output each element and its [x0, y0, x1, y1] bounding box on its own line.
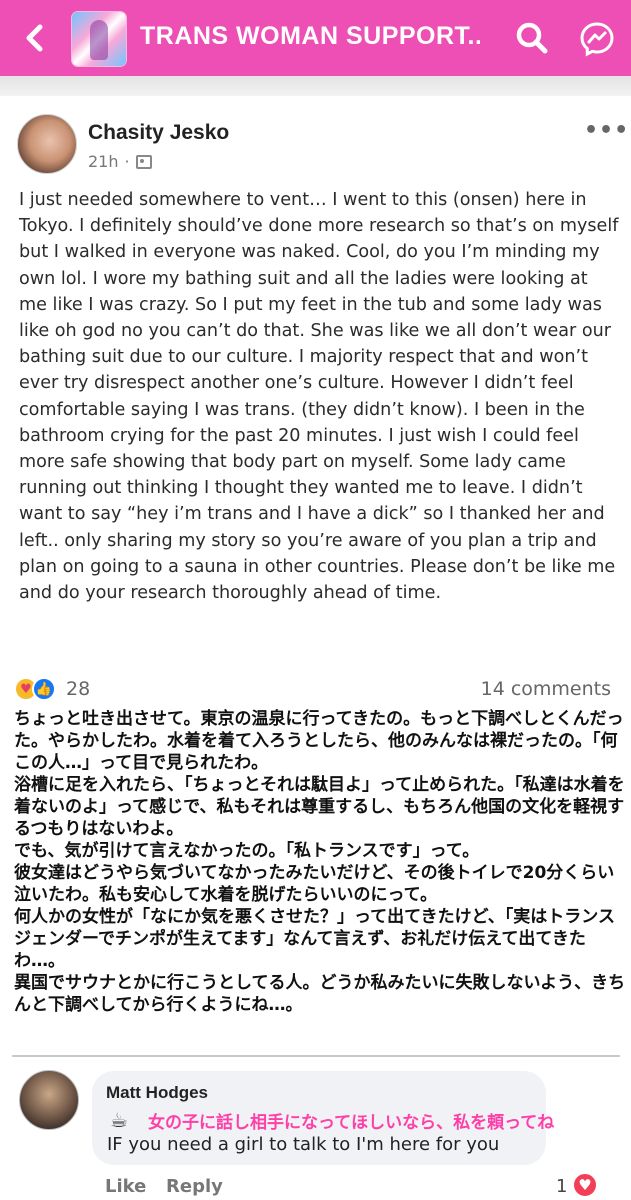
- author-avatar[interactable]: [17, 114, 77, 174]
- chevron-left-icon: [26, 24, 43, 52]
- post-time[interactable]: 21h: [88, 152, 119, 171]
- divider: [12, 1055, 620, 1057]
- group-title[interactable]: TRANS WOMAN SUPPORT...: [140, 22, 480, 51]
- comment-text: IF you need a girl to talk to I'm here f…: [107, 1134, 500, 1155]
- comment-translation: 女の子に話し相手になってほしいなら、私を頼ってね: [148, 1113, 555, 1133]
- post-meta: 21h ·: [88, 152, 152, 171]
- reaction-summary[interactable]: ♥ 👍 28: [14, 677, 90, 701]
- header-divider: [0, 76, 631, 96]
- messenger-icon: [580, 22, 614, 57]
- app-header: TRANS WOMAN SUPPORT...: [0, 0, 631, 76]
- comment-reply-button[interactable]: Reply: [166, 1176, 223, 1197]
- back-button[interactable]: [20, 18, 50, 58]
- group-avatar[interactable]: [72, 12, 126, 66]
- search-button[interactable]: [514, 20, 550, 56]
- meta-separator: ·: [124, 152, 130, 171]
- more-options-button[interactable]: •••: [584, 118, 629, 143]
- post-author[interactable]: Chasity Jesko: [88, 121, 229, 145]
- search-icon: [516, 22, 548, 54]
- like-reaction-icon: 👍: [32, 677, 56, 701]
- heart-icon[interactable]: ♥: [572, 1172, 598, 1198]
- comment-reaction-count: 1: [556, 1176, 568, 1197]
- commenter-avatar[interactable]: [19, 1070, 79, 1130]
- group-icon: [135, 154, 152, 169]
- reaction-count: 28: [66, 678, 91, 700]
- comments-count[interactable]: 14 comments: [481, 678, 611, 700]
- comment-author[interactable]: Matt Hodges: [106, 1083, 208, 1103]
- post-body: I just needed somewhere to vent… I went …: [19, 190, 619, 604]
- comment-like-button[interactable]: Like: [105, 1176, 146, 1197]
- translation-text: ちょっと吐き出させて。東京の温泉に行ってきたの。もっと下調べしとくんだった。やら…: [14, 709, 626, 1015]
- messenger-button[interactable]: [578, 20, 616, 58]
- coffee-cup-icon: ☕: [110, 1108, 128, 1132]
